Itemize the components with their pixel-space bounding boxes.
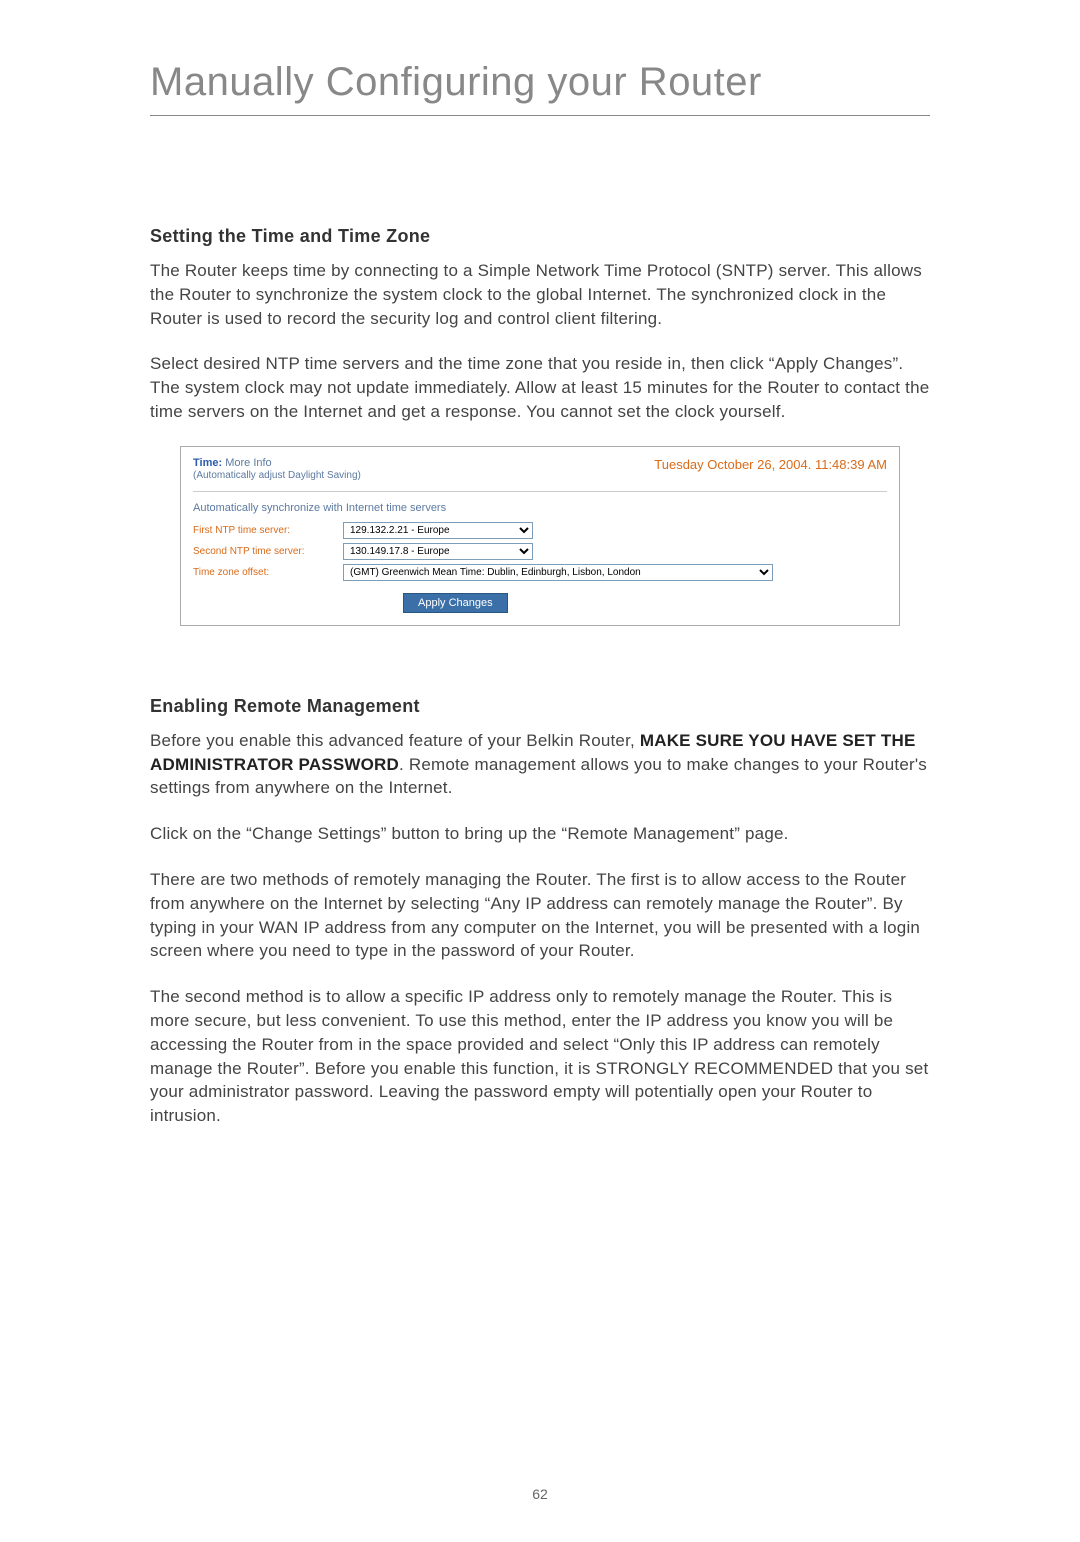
paragraph: Select desired NTP time servers and the …: [150, 352, 930, 423]
time-label: Time:: [193, 457, 225, 469]
first-ntp-row: First NTP time server: 129.132.2.21 - Eu…: [193, 522, 887, 539]
first-ntp-label: First NTP time server:: [193, 525, 343, 536]
page-title: Manually Configuring your Router: [150, 60, 930, 116]
second-ntp-row: Second NTP time server: 130.149.17.8 - E…: [193, 543, 887, 560]
screenshot-header: Time: More Info (Automatically adjust Da…: [193, 457, 887, 481]
first-ntp-select[interactable]: 129.132.2.21 - Europe: [343, 522, 533, 539]
divider: [193, 491, 887, 492]
second-ntp-select[interactable]: 130.149.17.8 - Europe: [343, 543, 533, 560]
paragraph: Click on the “Change Settings” button to…: [150, 822, 930, 846]
paragraph: There are two methods of remotely managi…: [150, 868, 930, 963]
daylight-saving-note: (Automatically adjust Daylight Saving): [193, 470, 361, 481]
time-info-block: Time: More Info (Automatically adjust Da…: [193, 457, 361, 481]
timezone-select[interactable]: (GMT) Greenwich Mean Time: Dublin, Edinb…: [343, 564, 773, 581]
section-heading-time: Setting the Time and Time Zone: [150, 226, 930, 247]
current-datetime: Tuesday October 26, 2004. 11:48:39 AM: [654, 457, 887, 472]
paragraph: The Router keeps time by connecting to a…: [150, 259, 930, 330]
section-heading-remote: Enabling Remote Management: [150, 696, 930, 717]
timezone-row: Time zone offset: (GMT) Greenwich Mean T…: [193, 564, 887, 581]
paragraph: Before you enable this advanced feature …: [150, 729, 930, 800]
text-segment: Before you enable this advanced feature …: [150, 731, 640, 750]
apply-changes-button[interactable]: Apply Changes: [403, 593, 508, 613]
timezone-label: Time zone offset:: [193, 567, 343, 578]
page-number: 62: [532, 1486, 548, 1502]
router-time-settings-screenshot: Time: More Info (Automatically adjust Da…: [180, 446, 900, 626]
second-ntp-label: Second NTP time server:: [193, 546, 343, 557]
paragraph: The second method is to allow a specific…: [150, 985, 930, 1128]
more-info-link[interactable]: More Info: [225, 457, 271, 469]
auto-sync-label: Automatically synchronize with Internet …: [193, 502, 887, 514]
